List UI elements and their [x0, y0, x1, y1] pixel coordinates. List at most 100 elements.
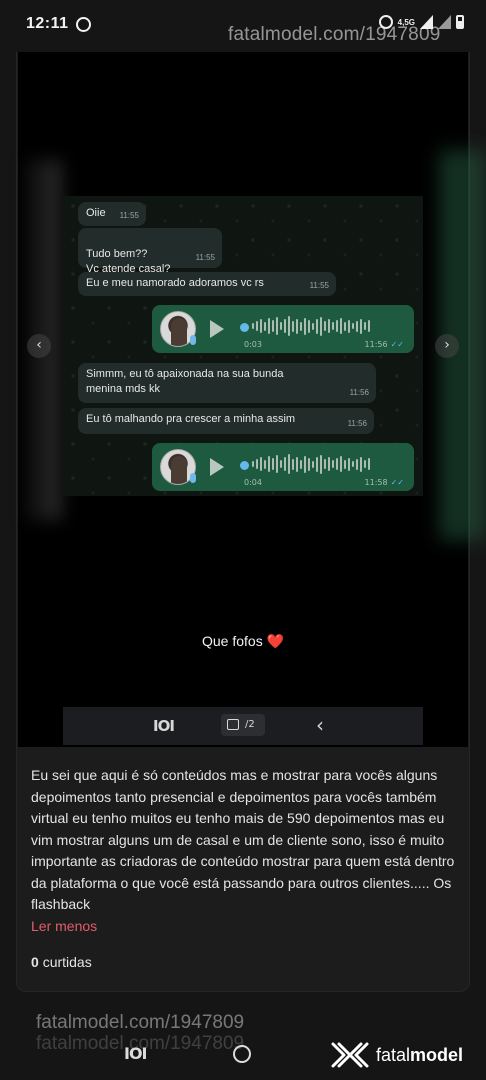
grid-view-button[interactable]: IOI — [153, 717, 175, 735]
image-counter-text: /2 — [245, 719, 255, 730]
image-counter[interactable]: /2 — [221, 714, 265, 736]
waveform-bar — [276, 455, 278, 473]
back-button[interactable]: ‹ — [316, 713, 324, 737]
message-time: 11:55 — [195, 253, 215, 262]
waveform-bar — [304, 317, 306, 335]
waveform-bar — [328, 319, 330, 333]
waveform-bar — [264, 459, 266, 469]
waveform-bar — [288, 454, 290, 474]
waveform-bar — [256, 321, 258, 331]
waveform-bar — [332, 460, 334, 468]
watermark-top: fatalmodel.com/1947809 — [228, 24, 441, 45]
message-text: Oiie — [86, 207, 106, 219]
waveform-bar — [268, 318, 270, 334]
recent-apps-button[interactable]: IOI — [124, 1044, 147, 1063]
waveform-bar — [320, 316, 322, 336]
message-time: 11:55 — [309, 281, 329, 290]
waveform-bar — [316, 456, 318, 472]
waveform-bar — [288, 316, 290, 336]
waveform — [252, 453, 370, 475]
playback-dot — [240, 323, 249, 332]
mic-icon — [190, 335, 196, 345]
waveform-bar — [352, 323, 354, 329]
waveform-bar — [336, 458, 338, 470]
waveform-bar — [284, 319, 286, 333]
waveform-bar — [252, 323, 254, 329]
mic-icon — [190, 473, 196, 483]
waveform-bar — [284, 457, 286, 471]
voice-time-value: 11:58 — [364, 478, 388, 487]
waveform-bar — [344, 459, 346, 469]
status-time: 12:11 — [26, 15, 69, 32]
chat-message: Oiie 11:55 — [78, 202, 146, 226]
media-toolbar: IOI /2 ‹ — [63, 707, 423, 745]
waveform-bar — [364, 460, 366, 468]
waveform-bar — [368, 320, 370, 332]
waveform-bar — [268, 456, 270, 472]
brand-logo: fatalmodel — [330, 1040, 463, 1070]
waveform — [252, 315, 370, 337]
chat-message: Eu tô malhando pra crescer a minha assim… — [78, 408, 374, 434]
play-icon — [210, 458, 224, 476]
playback-dot — [240, 461, 249, 470]
waveform-bar — [256, 459, 258, 469]
voice-time-value: 11:56 — [364, 340, 388, 349]
waveform-bar — [360, 318, 362, 334]
waveform-bar — [348, 319, 350, 333]
waveform-bar — [352, 461, 354, 467]
media-caption: Que fofos ❤️ — [0, 633, 486, 650]
voice-message: 0:03 11:56 ✓✓ — [152, 305, 414, 353]
chat-screenshot: Oiie 11:55 Tudo bem?? Vc atende casal? 1… — [63, 196, 423, 496]
message-text: Tudo bem?? Vc atende casal? — [86, 248, 171, 275]
likes-number: 0 — [31, 954, 39, 970]
waveform-bar — [312, 460, 314, 468]
brand-name-bold: model — [410, 1044, 464, 1065]
waveform-bar — [356, 320, 358, 332]
waveform-bar — [320, 454, 322, 474]
waveform-bar — [252, 461, 254, 467]
message-text: Eu e meu namorado adoramos vc rs — [86, 277, 264, 289]
waveform-bar — [312, 322, 314, 330]
waveform-bar — [360, 456, 362, 472]
waveform-bar — [368, 458, 370, 470]
waveform-bar — [296, 456, 298, 472]
brand-name-light: fatal — [376, 1044, 411, 1065]
likes-label: curtidas — [42, 954, 92, 970]
home-button[interactable] — [233, 1045, 251, 1063]
caption-text: Que fofos — [201, 633, 263, 649]
waveform-bar — [332, 322, 334, 330]
waveform-bar — [292, 320, 294, 332]
brand-name: fatalmodel — [376, 1045, 463, 1066]
waveform-bar — [336, 320, 338, 332]
likes-count: 0 curtidas — [31, 954, 92, 970]
read-less-link[interactable]: Ler menos — [31, 918, 97, 934]
waveform-bar — [308, 457, 310, 471]
waveform-bar — [348, 457, 350, 471]
waveform-bar — [340, 318, 342, 334]
read-ticks-icon: ✓✓ — [390, 340, 404, 349]
voice-time: 11:58 ✓✓ — [365, 478, 404, 487]
voice-time: 11:56 ✓✓ — [365, 340, 404, 349]
read-ticks-icon: ✓✓ — [390, 478, 404, 487]
heart-emoji: ❤️ — [266, 633, 285, 649]
voice-duration: 0:04 — [244, 478, 262, 487]
waveform-bar — [316, 318, 318, 334]
voice-message: 0:04 11:58 ✓✓ — [152, 443, 414, 491]
waveform-bar — [280, 460, 282, 468]
waveform-bar — [272, 320, 274, 332]
waveform-bar — [304, 455, 306, 473]
next-image-button[interactable]: › — [435, 334, 459, 358]
voice-duration: 0:03 — [244, 340, 262, 349]
waveform-bar — [292, 458, 294, 470]
image-icon — [227, 719, 239, 730]
chat-message: Simmm, eu tô apaixonada na sua bunda men… — [78, 363, 376, 403]
message-text: Simmm, eu tô apaixonada na sua bunda men… — [86, 368, 284, 395]
prev-image-button[interactable]: ‹ — [27, 334, 51, 358]
waveform-bar — [324, 321, 326, 331]
waveform-bar — [260, 457, 262, 471]
waveform-bar — [276, 317, 278, 335]
post-description: Eu sei que aqui é só conteúdos mas e mos… — [31, 767, 455, 912]
waveform-bar — [264, 321, 266, 331]
fatalmodel-logo-icon — [331, 1042, 369, 1068]
waveform-bar — [364, 322, 366, 330]
